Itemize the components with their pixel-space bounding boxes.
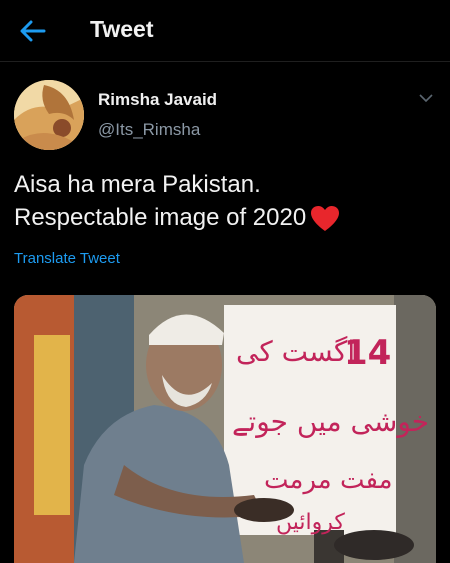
- sign-line-1: اگست کی: [236, 335, 356, 368]
- author-handle[interactable]: @Its_Rimsha: [98, 120, 200, 140]
- top-bar: Tweet: [0, 0, 450, 62]
- author-display-name[interactable]: Rimsha Javaid: [98, 90, 217, 110]
- more-options-button[interactable]: [416, 90, 436, 106]
- tweet-text: Aisa ha mera Pakistan. Respectable image…: [14, 168, 436, 234]
- tweet-text-line-1: Aisa ha mera Pakistan.: [14, 171, 261, 198]
- tweet-photo[interactable]: 14 اگست کی خوشی میں جوتے مفت مرمت کروائی…: [14, 295, 436, 563]
- chevron-down-icon: [419, 93, 433, 102]
- sign-line-3: مفت مرمت: [264, 465, 393, 495]
- back-button[interactable]: [18, 17, 48, 45]
- tweet-text-line-2-text: Respectable image of 2020: [14, 204, 307, 231]
- tweet-author: Rimsha Javaid @Its_Rimsha: [14, 80, 436, 150]
- arrow-left-icon: [20, 20, 46, 42]
- translate-tweet-link[interactable]: Translate Tweet: [14, 250, 120, 267]
- sign-line-4: کروائیں: [276, 510, 345, 535]
- red-heart-icon: [311, 206, 340, 232]
- sign-line-2: خوشی میں جوتے: [232, 405, 430, 438]
- tweet-text-line-2: Respectable image of 2020: [14, 201, 436, 234]
- page-title: Tweet: [90, 16, 154, 42]
- avatar[interactable]: [14, 80, 84, 150]
